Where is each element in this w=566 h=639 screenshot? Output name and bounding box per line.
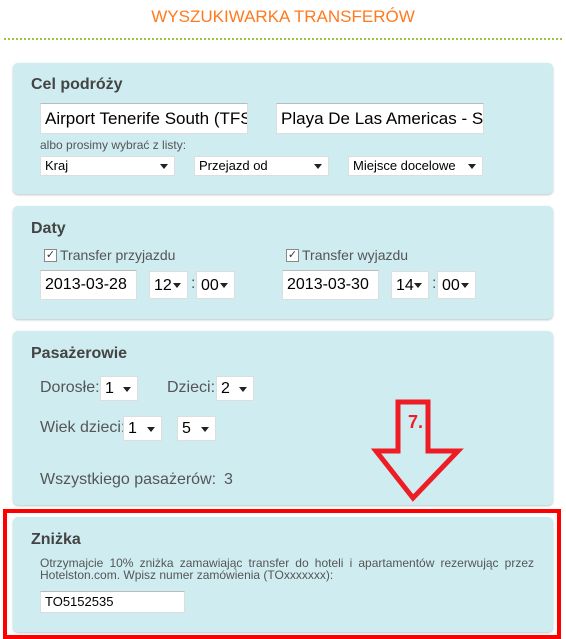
discount-info: Otrzymajcie 10% zniżka zamawiając transf… [40, 556, 534, 582]
country-value: Kraj [45, 158, 69, 173]
divider [4, 38, 562, 40]
departure-label: Transfer wyjazdu [302, 247, 409, 263]
destination-select[interactable]: Miejsce docelowe [348, 156, 483, 176]
chevron-down-icon [123, 386, 131, 392]
arrival-label: Transfer przyjazdu [60, 247, 176, 263]
adults-value: 1 [105, 380, 114, 397]
country-select[interactable]: Kraj [40, 156, 175, 176]
total-passengers-label: Wszystkiego pasażerów: [40, 471, 217, 488]
from-input[interactable]: Airport Tenerife South (TFS) - Spain [40, 103, 248, 134]
departure-hour-select[interactable]: 14 [391, 271, 429, 299]
passengers-panel: Pasażerowie Dorosłe: 1 Dzieci: 2 Wiek dz… [13, 331, 553, 505]
chevron-down-icon [173, 283, 181, 288]
child-age-1-select[interactable]: 1 [123, 416, 162, 441]
chevron-down-icon [461, 283, 469, 288]
time-colon: : [432, 275, 437, 292]
dates-panel: Daty ✓ Transfer przyjazdu 2013-03-28 12 … [13, 206, 553, 319]
chevron-down-icon [414, 283, 422, 288]
discount-panel: Zniżka Otrzymajcie 10% zniżka zamawiając… [13, 517, 553, 632]
from-select[interactable]: Przejazd od [194, 156, 329, 176]
chevron-down-icon [314, 164, 322, 169]
chevron-down-icon [160, 164, 168, 169]
destination-panel: Cel podróży Airport Tenerife South (TFS)… [13, 63, 553, 194]
from-select-value: Przejazd od [199, 158, 268, 173]
child-age-2-select[interactable]: 5 [177, 416, 216, 441]
children-value: 2 [221, 380, 230, 397]
chevron-down-icon [220, 283, 228, 288]
chevron-down-icon [201, 426, 209, 432]
chevron-down-icon [468, 164, 476, 169]
list-hint: albo prosimy wybrać z listy: [40, 138, 187, 152]
arrival-minute-value: 00 [201, 277, 219, 294]
departure-hour-value: 14 [396, 277, 414, 294]
departure-checkbox[interactable]: ✓ [286, 249, 299, 262]
arrival-date-input[interactable]: 2013-03-28 [40, 270, 137, 300]
children-select[interactable]: 2 [216, 376, 254, 401]
destination-select-value: Miejsce docelowe [353, 158, 456, 173]
chevron-down-icon [239, 386, 247, 392]
arrival-checkbox[interactable]: ✓ [44, 249, 57, 262]
departure-minute-value: 00 [442, 277, 460, 294]
adults-select[interactable]: 1 [100, 376, 138, 401]
total-passengers-value: 3 [224, 471, 233, 488]
arrival-hour-select[interactable]: 12 [149, 271, 188, 299]
to-input[interactable]: Playa De Las Americas - Spain [276, 103, 484, 134]
step-label: 7. [408, 412, 424, 432]
chevron-down-icon [147, 426, 155, 432]
departure-minute-select[interactable]: 00 [437, 271, 476, 299]
children-ages-label: Wiek dzieci: [40, 419, 126, 436]
passengers-heading: Pasażerowie [31, 345, 128, 362]
page-title: WYSZUKIWARKA TRANSFERÓW [151, 7, 415, 26]
destination-heading: Cel podróży [31, 76, 123, 93]
child-age-2-value: 5 [182, 420, 191, 437]
departure-date-input[interactable]: 2013-03-30 [282, 270, 379, 300]
arrival-hour-value: 12 [154, 277, 172, 294]
dates-heading: Daty [31, 220, 66, 237]
order-number-input[interactable]: TO5152535 [40, 591, 185, 613]
arrival-minute-select[interactable]: 00 [196, 271, 235, 299]
adults-label: Dorosłe: [40, 379, 100, 396]
child-age-1-value: 1 [128, 420, 137, 437]
children-label: Dzieci: [167, 379, 216, 396]
discount-heading: Zniżka [31, 531, 81, 548]
time-colon: : [191, 275, 196, 292]
